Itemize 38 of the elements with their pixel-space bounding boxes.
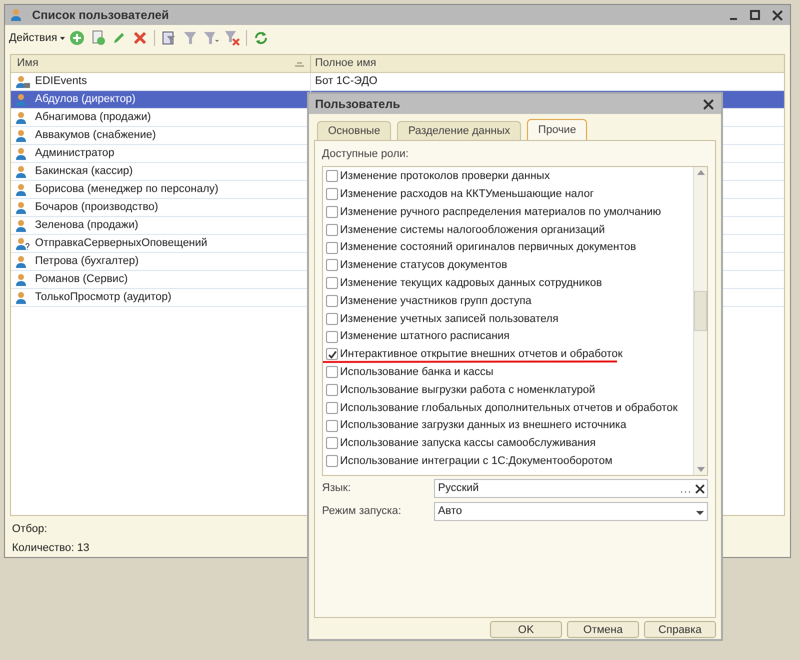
user-name: Бакинская (кассир) — [35, 164, 133, 180]
user-name: Администратор — [35, 146, 114, 162]
role-label: Использование загрузки данных из внешнего источника — [340, 418, 626, 434]
filter-label: Отбор: — [12, 522, 48, 537]
role-label: Изменение протоколов проверки данных — [340, 169, 550, 184]
user-name: Зеленова (продажи) — [35, 218, 138, 234]
role-label: Использование банка и кассы — [340, 364, 494, 380]
role-label: Изменение расходов на ККТУменьшающие налог — [340, 186, 594, 202]
user-name: ТолькоПросмотр (аудитор) — [35, 290, 172, 306]
full-name: Бот 1С-ЭДО — [315, 74, 378, 90]
role-label: Использование выгрузки работа с номенклатурой — [340, 382, 596, 398]
user-name: Романов (Сервис) — [35, 272, 128, 288]
user-name: Борисова (менеджер по персоналу) — [35, 182, 218, 198]
field-label: Язык: — [322, 481, 352, 496]
window-title: Список пользователей — [32, 7, 169, 24]
role-label: Изменение статусов документов — [340, 258, 508, 274]
role-label: Изменение текущих кадровых данных сотрудников — [340, 276, 602, 291]
user-name: Аввакумов (снабжение) — [35, 128, 156, 144]
role-label: Изменение состояний оригиналов первичных документов — [340, 240, 636, 256]
role-label: Интерактивное открытие внешних отчетов и обработок — [340, 347, 623, 362]
field-label: Режим запуска: — [322, 504, 402, 520]
role-label: Изменение системы налогообложения организаций — [340, 222, 605, 238]
roles-label: Доступные роли: — [322, 147, 410, 162]
user-name: Бочаров (производство) — [35, 200, 158, 216]
role-label: Изменение штатного расписания — [340, 329, 510, 344]
dialog-title: Пользователь — [315, 96, 402, 113]
user-name: ОтправкаСерверныхОповещений — [35, 236, 208, 252]
role-label: Использование запуска кассы самообслуживания — [340, 436, 596, 452]
role-label: Изменение учетных записей пользователя — [340, 312, 559, 327]
role-label: Использование глобальных дополнительных отчетов и обработок — [340, 400, 678, 416]
user-name: Петрова (бухгалтер) — [35, 254, 139, 270]
user-name: Абнагимова (продажи) — [35, 110, 151, 126]
role-label: Изменение участников групп доступа — [340, 294, 532, 309]
role-label: Использование интеграции с 1С:Документооборотом — [340, 454, 612, 469]
count-label: Количество: 13 — [12, 541, 90, 556]
user-name: EDIEvents — [35, 74, 87, 90]
role-label: Изменение ручного распределения материалов по умолчанию — [340, 204, 662, 220]
user-name: Абдулов (директор) — [35, 92, 136, 108]
